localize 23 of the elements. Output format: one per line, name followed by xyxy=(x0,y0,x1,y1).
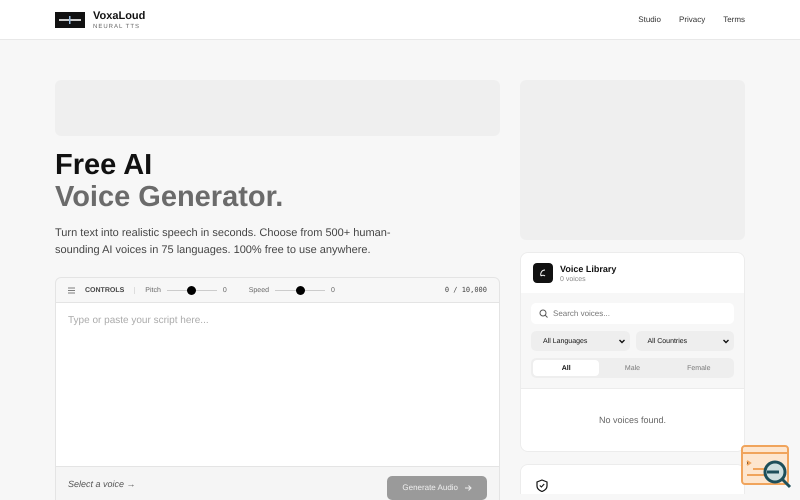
slider-thumb[interactable] xyxy=(187,286,196,294)
slider-thumb[interactable] xyxy=(296,286,304,294)
search-field[interactable]: Search voices... xyxy=(531,303,734,324)
sliders-icon xyxy=(68,286,75,294)
chevron-down-icon xyxy=(618,337,626,345)
chevron-down-icon xyxy=(722,337,730,345)
voice-library-icon xyxy=(533,263,553,283)
nav-link[interactable]: Privacy xyxy=(678,15,706,24)
nav-link[interactable]: Terms xyxy=(723,15,745,24)
voice-hint: Select a voice → xyxy=(68,478,136,488)
brand-name: VoxaLoud xyxy=(93,10,146,22)
card-title: Voice Library xyxy=(560,264,616,274)
browser-search-icon[interactable] xyxy=(741,445,793,491)
arrow-right-icon xyxy=(464,484,472,492)
hero-description: Turn text into realistic speech in seconds. Choose from 500+ human-sounding AI voices in 75 languages. 100% free to use anywhere. xyxy=(55,226,392,258)
empty-message: No voices found. xyxy=(598,415,666,425)
shield-check-icon xyxy=(536,479,548,492)
script-input[interactable]: Type or paste your script here... xyxy=(55,303,500,467)
nav-link[interactable]: Studio xyxy=(638,15,661,24)
hero-title: Free AI xyxy=(55,149,154,181)
hero-title: Voice Generator. xyxy=(55,181,284,213)
logo-icon xyxy=(55,12,85,28)
search-icon xyxy=(539,309,548,318)
